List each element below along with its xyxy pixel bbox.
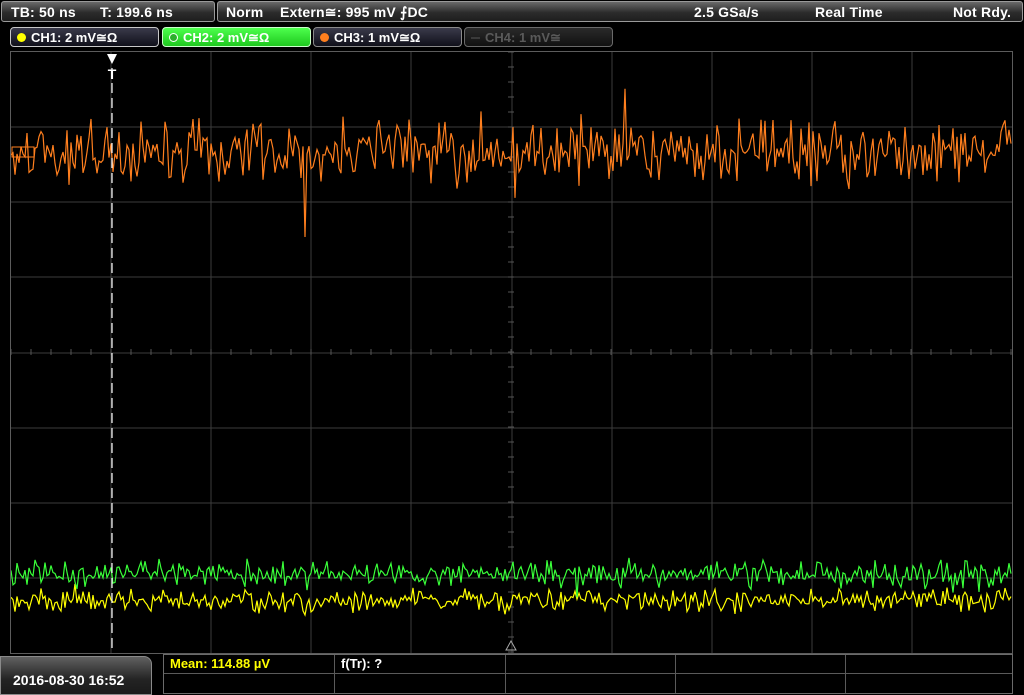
measurement-cell-mean[interactable]: Mean: 114.88 µV (164, 655, 335, 674)
measurement-cell-empty[interactable] (164, 674, 335, 693)
channel-3-dot-icon (320, 33, 329, 42)
measurement-cell-empty[interactable] (335, 674, 506, 693)
channel-2-dot-icon (169, 33, 178, 42)
trigger-marker-label: T (108, 66, 117, 82)
measurement-panel[interactable]: Mean: 114.88 µV f(Tr): ? (163, 654, 1013, 694)
channel-1-trace (11, 583, 1012, 617)
measurement-cell-empty[interactable] (676, 655, 846, 674)
trigger-time-readout: T: 199.6 ns (100, 4, 174, 20)
acquisition-state: Not Rdy. (953, 4, 1012, 20)
channel-1-label: CH1: 2 mV≅Ω (31, 30, 118, 45)
channel-2-tab[interactable]: CH2: 2 mV≅Ω (162, 27, 311, 47)
channel-2-label: CH2: 2 mV≅Ω (183, 30, 270, 45)
measurement-cell-empty[interactable] (506, 655, 676, 674)
channel-4-dash-icon (471, 37, 480, 39)
trigger-panel[interactable]: Norm Extern≅: 995 mV ⨍DC 2.5 GSa/s Real … (217, 1, 1023, 22)
channel-3-trace (11, 88, 1012, 238)
channel-3-tab[interactable]: CH3: 1 mV≅Ω (313, 27, 462, 47)
channel-1-dot-icon (17, 33, 26, 42)
datetime-readout: 2016-08-30 16:52 (13, 672, 125, 688)
mean-measurement: Mean: 114.88 µV (170, 656, 270, 671)
measurement-cell-empty[interactable] (676, 674, 846, 693)
status-bar: TB: 50 ns T: 199.6 ns Norm Extern≅: 995 … (0, 0, 1024, 24)
channel-3-label: CH3: 1 mV≅Ω (334, 30, 421, 45)
trigger-position-arrow-icon (107, 54, 117, 64)
measurement-cell-empty[interactable] (506, 674, 676, 693)
sample-rate: 2.5 GSa/s (694, 4, 759, 20)
ftr-measurement: f(Tr): ? (341, 656, 383, 671)
trigger-level-arrow-icon (505, 639, 517, 651)
trigger-source: Extern≅: 995 mV ⨍DC (280, 4, 429, 20)
measurement-cell-ftr[interactable]: f(Tr): ? (335, 655, 506, 674)
channel-4-tab[interactable]: CH4: 1 mV≅ (464, 27, 613, 47)
datetime-panel: 2016-08-30 16:52 (0, 656, 152, 695)
measurement-cell-empty[interactable] (846, 655, 1012, 674)
timebase-panel[interactable]: TB: 50 ns T: 199.6 ns (1, 1, 215, 22)
measurement-cell-empty[interactable] (846, 674, 1012, 693)
waveform-display[interactable]: T (10, 51, 1013, 654)
acquisition-mode: Real Time (815, 4, 883, 20)
channel-4-label: CH4: 1 mV≅ (485, 30, 561, 45)
graticule: T (11, 52, 1012, 653)
channel-bar: CH1: 2 mV≅Ω CH2: 2 mV≅Ω CH3: 1 mV≅Ω CH4:… (0, 26, 1024, 48)
trigger-mode: Norm (226, 4, 264, 20)
channel-1-tab[interactable]: CH1: 2 mV≅Ω (10, 27, 159, 47)
timebase-readout: TB: 50 ns (11, 4, 76, 20)
grid-lines (11, 52, 1012, 653)
